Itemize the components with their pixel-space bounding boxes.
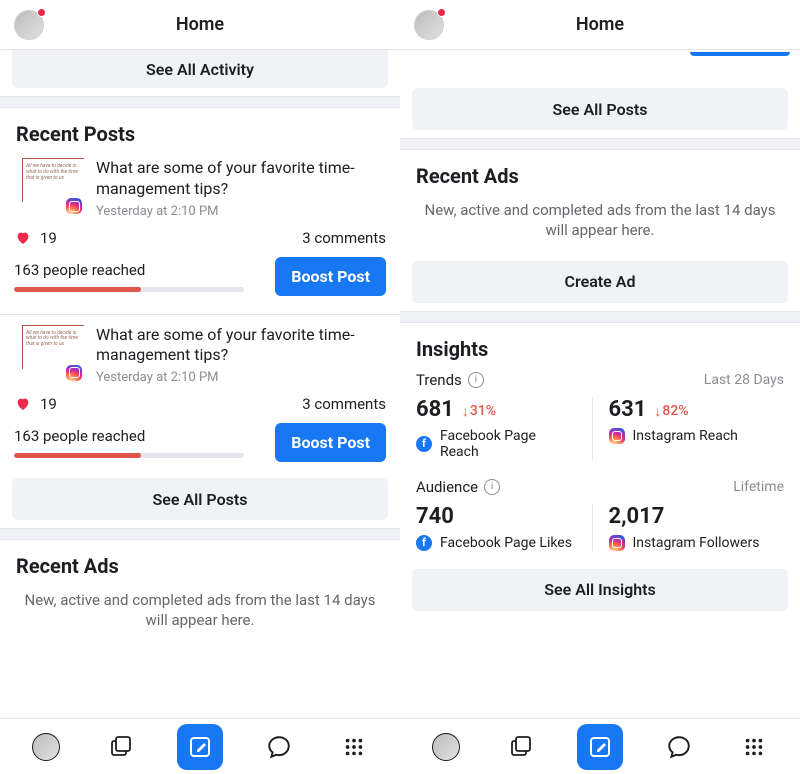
post-card[interactable]: All we have to decide is what to do with… <box>0 321 400 471</box>
metric-value: 681 <box>416 397 454 422</box>
heart-icon <box>14 230 32 246</box>
compose-button[interactable] <box>577 724 623 770</box>
scroll-area[interactable]: See All Activity Recent Posts All we hav… <box>0 50 400 774</box>
metric-delta: 82% <box>662 403 688 419</box>
post-timestamp: Yesterday at 2:10 PM <box>96 204 386 219</box>
see-all-posts-button[interactable]: See All Posts <box>12 478 388 520</box>
tab-bar <box>0 718 400 774</box>
separator <box>0 528 400 540</box>
post-title: What are some of your favorite time-mana… <box>96 325 386 367</box>
grid-icon <box>743 736 765 758</box>
metric-fb-reach[interactable]: 681 ↓31% f Facebook Page Reach <box>416 397 592 460</box>
audience-range: Lifetime <box>733 479 784 495</box>
compose-icon <box>188 735 212 759</box>
tab-profile[interactable] <box>26 727 66 767</box>
see-all-posts-button[interactable]: See All Posts <box>412 88 788 130</box>
facebook-icon: f <box>416 436 432 452</box>
info-icon[interactable]: i <box>468 372 484 388</box>
page-title: Home <box>176 14 224 35</box>
arrow-down-icon: ↓ <box>654 403 661 420</box>
tab-messages[interactable] <box>659 727 699 767</box>
instagram-icon <box>66 365 82 381</box>
metric-ig-reach[interactable]: 631 ↓82% Instagram Reach <box>592 397 785 460</box>
metric-ig-followers[interactable]: 2,017 Instagram Followers <box>592 504 785 551</box>
boost-post-button[interactable]: Boost Post <box>275 257 386 296</box>
tab-more[interactable] <box>734 727 774 767</box>
comments-count[interactable]: 3 comments <box>302 395 386 413</box>
metric-delta: 31% <box>470 403 496 419</box>
reach-bar <box>14 453 244 458</box>
metric-value: 2,017 <box>609 504 665 529</box>
audience-label: Audience <box>416 478 478 496</box>
instagram-icon <box>609 535 625 551</box>
reach-text: 163 people reached <box>14 261 265 279</box>
comments-count[interactable]: 3 comments <box>302 229 386 247</box>
create-ad-button[interactable]: Create Ad <box>412 261 788 303</box>
page-title: Home <box>576 14 624 35</box>
metric-value: 631 <box>609 397 647 422</box>
recent-ads-title: Recent Ads <box>0 540 400 586</box>
insights-title: Insights <box>400 323 800 369</box>
instagram-icon <box>609 428 625 444</box>
chat-icon <box>666 734 692 760</box>
instagram-icon <box>66 198 82 214</box>
header: Home <box>0 0 400 50</box>
post-card[interactable]: All we have to decide is what to do with… <box>0 154 400 304</box>
facebook-icon: f <box>416 535 432 551</box>
heart-icon <box>14 396 32 412</box>
trends-label: Trends <box>416 371 462 389</box>
partial-button-edge <box>690 52 790 56</box>
compose-icon <box>588 735 612 759</box>
recent-posts-title: Recent Posts <box>0 108 400 154</box>
tab-profile[interactable] <box>426 727 466 767</box>
recent-ads-empty: New, active and completed ads from the l… <box>0 586 400 643</box>
arrow-down-icon: ↓ <box>462 403 469 420</box>
reach-text: 163 people reached <box>14 427 265 445</box>
tab-messages[interactable] <box>259 727 299 767</box>
scroll-area[interactable]: See All Posts Recent Ads New, active and… <box>400 50 800 774</box>
avatar-icon <box>32 733 60 761</box>
notification-dot-icon <box>437 8 446 17</box>
boost-post-button[interactable]: Boost Post <box>275 423 386 462</box>
tab-more[interactable] <box>334 727 374 767</box>
post-timestamp: Yesterday at 2:10 PM <box>96 370 386 385</box>
post-thumbnail: All we have to decide is what to do with… <box>14 158 84 216</box>
compose-button[interactable] <box>177 724 223 770</box>
recent-ads-empty: New, active and completed ads from the l… <box>400 196 800 253</box>
post-thumbnail: All we have to decide is what to do with… <box>14 325 84 383</box>
profile-avatar[interactable] <box>414 10 444 40</box>
reach-bar <box>14 287 244 292</box>
tab-pages[interactable] <box>501 727 541 767</box>
chat-icon <box>266 734 292 760</box>
profile-avatar[interactable] <box>14 10 44 40</box>
notification-dot-icon <box>37 8 46 17</box>
metric-label: Instagram Followers <box>633 535 760 551</box>
metric-value: 740 <box>416 504 454 529</box>
grid-icon <box>343 736 365 758</box>
left-pane: Home See All Activity Recent Posts All w… <box>0 0 400 774</box>
separator <box>0 96 400 108</box>
pages-icon <box>109 735 133 759</box>
metric-label: Instagram Reach <box>633 428 738 444</box>
see-all-insights-button[interactable]: See All Insights <box>412 569 788 611</box>
right-pane: Home See All Posts Recent Ads New, activ… <box>400 0 800 774</box>
metric-label: Facebook Page Likes <box>440 535 572 551</box>
post-title: What are some of your favorite time-mana… <box>96 158 386 200</box>
header: Home <box>400 0 800 50</box>
pages-icon <box>509 735 533 759</box>
likes-count: 19 <box>40 229 57 247</box>
tab-pages[interactable] <box>101 727 141 767</box>
info-icon[interactable]: i <box>484 479 500 495</box>
metric-label: Facebook Page Reach <box>440 428 550 460</box>
tab-bar <box>400 718 800 774</box>
likes-count: 19 <box>40 395 57 413</box>
separator <box>400 311 800 323</box>
trends-range: Last 28 Days <box>704 372 784 388</box>
metric-fb-likes[interactable]: 740 f Facebook Page Likes <box>416 504 592 551</box>
recent-ads-title: Recent Ads <box>400 150 800 196</box>
avatar-icon <box>432 733 460 761</box>
see-all-activity-button[interactable]: See All Activity <box>12 50 388 88</box>
separator <box>400 138 800 150</box>
